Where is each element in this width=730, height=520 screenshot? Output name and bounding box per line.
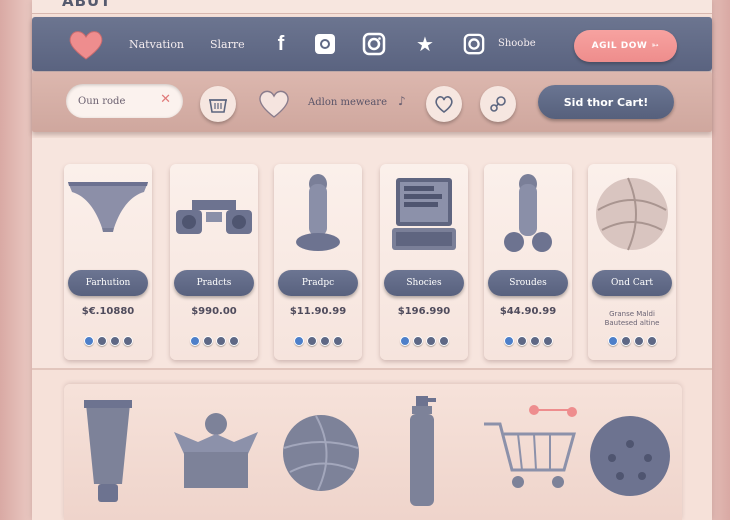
basket-icon[interactable] (200, 86, 236, 122)
cta-button-label: AGIL DOW (591, 41, 648, 51)
toolbar: Oun rode ✕ Adlon meweare ♪ Sid thor Cart… (32, 72, 712, 132)
color-swatches (484, 336, 572, 346)
product-tag[interactable]: Sroudes (488, 270, 568, 296)
swatch-dot[interactable] (646, 336, 657, 346)
star-icon[interactable]: ★ (412, 31, 438, 57)
heart-icon[interactable] (68, 29, 104, 61)
instagram-icon[interactable] (361, 31, 387, 57)
swatch-dot[interactable] (83, 336, 94, 346)
swatch-dot[interactable] (438, 336, 449, 346)
swatch-dot[interactable] (96, 336, 107, 346)
camera-icon[interactable] (312, 31, 338, 57)
swatch-dot[interactable] (122, 336, 133, 346)
color-swatches (380, 336, 468, 346)
heart-badge-icon[interactable] (426, 86, 462, 122)
swatch-dot[interactable] (503, 336, 514, 346)
nav-link-navigation[interactable]: Natvation (129, 38, 184, 51)
swatch-dot[interactable] (306, 336, 317, 346)
swatch-dot[interactable] (319, 336, 330, 346)
swatch-dot[interactable] (607, 336, 618, 346)
laptop-image (392, 178, 456, 250)
swatch-dot[interactable] (202, 336, 213, 346)
product-price: $990.00 (191, 306, 237, 317)
figure-image (296, 174, 340, 251)
view-cart-button[interactable]: Sid thor Cart! (538, 85, 674, 119)
instagram-alt-icon[interactable] (461, 31, 487, 57)
box-image[interactable] (168, 404, 264, 494)
swatch-dot[interactable] (542, 336, 553, 346)
site-logo[interactable]: ABUT (62, 0, 111, 10)
product-tag[interactable]: Pradpc (278, 270, 358, 296)
search-input-value: Oun rode (78, 95, 126, 107)
product-description: Granse Maldi Bautesed altine (604, 310, 660, 327)
swatch-dot[interactable] (516, 336, 527, 346)
main-navbar: Natvation Slarre f ★ Shoobe AGIL DOW ➳ (32, 17, 712, 71)
steam-icon[interactable] (480, 86, 516, 122)
heart-outline-icon[interactable] (257, 88, 291, 120)
color-swatches (588, 336, 676, 346)
swatch-dot[interactable] (189, 336, 200, 346)
product-card[interactable]: Shocies $196.990 (380, 164, 468, 360)
top-strip: ABUT (32, 0, 712, 14)
swatch-dot[interactable] (215, 336, 226, 346)
nav-link-shop[interactable]: Shoobe (498, 38, 536, 49)
cta-button[interactable]: AGIL DOW ➳ (574, 30, 677, 62)
product-price: $196.990 (397, 306, 451, 317)
swatch-dot[interactable] (399, 336, 410, 346)
product-card[interactable]: Ond Cart Granse Maldi Bautesed altine (588, 164, 676, 360)
product-card[interactable]: Farhution $€.10880 (64, 164, 152, 360)
product-section: Farhution $€.10880 Pradcts $990.00 Pradp… (32, 138, 712, 370)
shopping-cart-icon[interactable] (478, 400, 580, 500)
product-card[interactable]: Pradpc $11.90.99 (274, 164, 362, 360)
soccer-ball-icon[interactable] (588, 414, 672, 498)
spray-bottle-image[interactable] (404, 394, 440, 510)
swatch-dot[interactable] (332, 336, 343, 346)
product-price: $11.90.99 (289, 306, 347, 317)
binoculars-image (176, 200, 252, 234)
arrow-right-icon: ➳ (651, 41, 660, 51)
nav-link-share[interactable]: Slarre (210, 38, 245, 51)
close-icon[interactable]: ✕ (160, 92, 171, 107)
product-tag[interactable]: Shocies (384, 270, 464, 296)
swatch-dot[interactable] (228, 336, 239, 346)
product-tag[interactable]: Farhution (68, 270, 148, 296)
swatch-dot[interactable] (109, 336, 120, 346)
product-tag[interactable]: Ond Cart (592, 270, 672, 296)
toolbar-label: Adlon meweare (308, 97, 387, 108)
swatch-dot[interactable] (412, 336, 423, 346)
swatch-dot[interactable] (620, 336, 631, 346)
underwear-image (68, 182, 148, 232)
product-card[interactable]: Pradcts $990.00 (170, 164, 258, 360)
product-object-image (504, 174, 552, 252)
color-swatches (274, 336, 362, 346)
featured-products-section (64, 384, 682, 520)
color-swatches (170, 336, 258, 346)
music-note-icon: ♪ (398, 94, 406, 108)
product-card[interactable]: Sroudes $44.90.99 (484, 164, 572, 360)
ball-image (596, 177, 668, 251)
swatch-dot[interactable] (529, 336, 540, 346)
tube-image[interactable] (80, 394, 136, 506)
swatch-dot[interactable] (425, 336, 436, 346)
search-input[interactable]: Oun rode ✕ (66, 84, 183, 118)
product-price: $€.10880 (81, 306, 135, 317)
volleyball-icon[interactable] (280, 412, 362, 494)
swatch-dot[interactable] (293, 336, 304, 346)
product-price: $44.90.99 (499, 306, 557, 317)
product-tag[interactable]: Pradcts (174, 270, 254, 296)
color-swatches (64, 336, 152, 346)
facebook-icon[interactable]: f (268, 31, 294, 57)
swatch-dot[interactable] (633, 336, 644, 346)
